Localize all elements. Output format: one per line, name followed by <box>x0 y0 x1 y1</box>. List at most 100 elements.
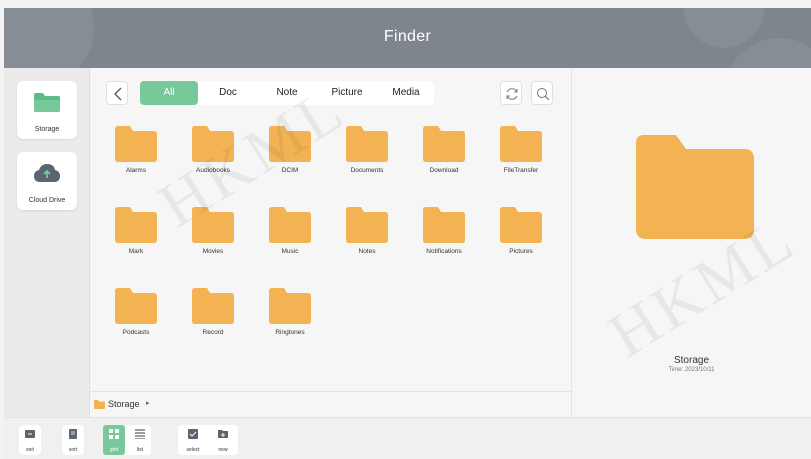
tab-media[interactable]: Media <box>378 81 434 105</box>
sidebar-item-label: Storage <box>34 126 60 133</box>
folder-icon <box>115 207 157 243</box>
folder-item[interactable]: Mark <box>106 207 166 267</box>
list-label: list <box>136 447 144 453</box>
sidebar-item-storage[interactable]: Storage <box>17 81 77 139</box>
finder-app: Finder Storage Cloud Drive All Doc Note … <box>0 0 811 459</box>
folder-item[interactable]: Notifications <box>414 207 474 267</box>
folder-name: Ringtones <box>275 329 305 336</box>
folder-name: Notes <box>358 248 376 255</box>
sort-group: sort <box>62 425 84 455</box>
title-bar: Finder <box>4 8 811 68</box>
tab-note[interactable]: Note <box>258 81 316 105</box>
exit-label: exit <box>26 447 34 453</box>
folder-item[interactable]: Music <box>260 207 320 267</box>
folder-name: Music <box>281 248 299 255</box>
grid-label: grid <box>109 447 119 453</box>
folder-item[interactable]: Podcasts <box>106 288 166 348</box>
folder-icon <box>346 207 388 243</box>
folder-icon <box>269 288 311 324</box>
folder-icon <box>269 207 311 243</box>
folder-icon <box>346 126 388 162</box>
folder-name: Alarms <box>125 167 147 174</box>
folder-item[interactable]: Alarms <box>106 126 166 186</box>
folder-name: Documents <box>350 167 384 174</box>
search-button[interactable] <box>531 81 553 105</box>
view-group: grid list <box>103 425 151 455</box>
sidebar: Storage Cloud Drive <box>4 68 90 417</box>
breadcrumb: Storage ▸ <box>90 391 571 417</box>
new-label: new <box>218 447 228 453</box>
detail-panel: Storage Time: 2023/10/11 <box>571 68 811 417</box>
grid-view-button[interactable]: grid <box>103 425 125 455</box>
folder-icon <box>192 207 234 243</box>
back-button[interactable] <box>106 81 128 105</box>
toolbar: All Doc Note Picture Media <box>106 81 566 105</box>
tab-picture[interactable]: Picture <box>316 81 378 105</box>
new-folder-icon <box>218 430 228 438</box>
folder-name: Notifications <box>426 248 462 255</box>
filter-tabs: All Doc Note Picture Media <box>140 81 434 105</box>
cloud-upload-icon <box>34 164 60 182</box>
folder-item[interactable]: Documents <box>337 126 397 186</box>
sort-label: sort <box>68 447 78 453</box>
tab-doc[interactable]: Doc <box>198 81 258 105</box>
folder-item[interactable]: Notes <box>337 207 397 267</box>
folder-item[interactable]: Download <box>414 126 474 186</box>
folder-item[interactable]: Audiobooks <box>183 126 243 186</box>
folder-item[interactable]: Movies <box>183 207 243 267</box>
folder-name: Download <box>429 167 459 174</box>
tab-all[interactable]: All <box>140 81 198 105</box>
folder-icon <box>192 126 234 162</box>
app-title: Finder <box>383 28 432 45</box>
large-folder-icon <box>636 135 754 239</box>
select-label: select <box>186 447 200 453</box>
refresh-icon <box>506 88 518 100</box>
detail-name: Storage <box>673 355 710 366</box>
folder-name: FileTransfer <box>503 167 539 174</box>
folder-icon <box>423 126 465 162</box>
folder-item[interactable]: FileTransfer <box>491 126 551 186</box>
folder-name: DCIM <box>281 167 299 174</box>
chevron-left-icon <box>114 87 122 101</box>
sort-icon <box>69 429 77 439</box>
folder-name: Mark <box>128 248 144 255</box>
exit-button[interactable]: exit <box>19 425 41 455</box>
grid-icon <box>109 429 119 439</box>
sort-button[interactable]: sort <box>62 425 84 455</box>
folder-name: Record <box>202 329 224 336</box>
folder-icon <box>500 126 542 162</box>
folder-name: Podcasts <box>122 329 150 336</box>
folder-icon <box>500 207 542 243</box>
folder-icon <box>269 126 311 162</box>
action-group: select new <box>178 425 238 455</box>
sidebar-item-label: Cloud Drive <box>28 197 66 204</box>
folder-icon <box>423 207 465 243</box>
folder-icon <box>115 126 157 162</box>
breadcrumb-item-storage[interactable]: Storage <box>108 399 140 409</box>
list-icon <box>135 429 145 439</box>
folder-icon <box>192 288 234 324</box>
bottom-toolbar: exit sort grid list select new <box>4 417 811 459</box>
folder-item[interactable]: DCIM <box>260 126 320 186</box>
storage-folder-icon <box>34 93 60 112</box>
refresh-button[interactable] <box>500 81 522 105</box>
file-browser: All Doc Note Picture Media Alarms Audiob… <box>90 68 571 417</box>
select-button[interactable]: select <box>182 425 204 455</box>
list-view-button[interactable]: list <box>129 425 151 455</box>
folder-item[interactable]: Ringtones <box>260 288 320 348</box>
folder-item[interactable]: Record <box>183 288 243 348</box>
detail-time: Time: 2023/10/11 <box>668 367 715 373</box>
breadcrumb-separator: ▸ <box>146 400 150 407</box>
folder-name: Audiobooks <box>196 167 230 174</box>
select-icon <box>188 429 198 439</box>
folder-name: Pictures <box>509 248 533 255</box>
folder-name: Movies <box>202 248 224 255</box>
new-folder-button[interactable]: new <box>212 425 234 455</box>
sidebar-item-cloud-drive[interactable]: Cloud Drive <box>17 152 77 210</box>
exit-group: exit <box>19 425 41 455</box>
folder-icon <box>94 400 105 409</box>
folder-item[interactable]: Pictures <box>491 207 551 267</box>
search-icon <box>537 88 550 101</box>
folder-icon <box>115 288 157 324</box>
exit-icon <box>25 430 35 438</box>
